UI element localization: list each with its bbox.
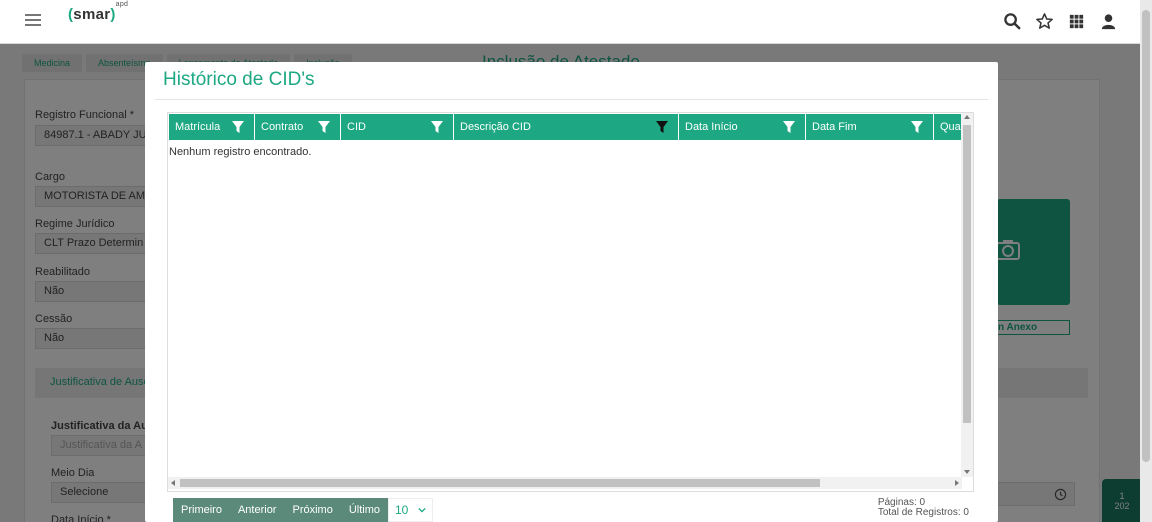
first-page-button[interactable]: Primeiro (173, 498, 230, 522)
user-icon[interactable] (1099, 12, 1118, 31)
search-icon[interactable] (1003, 12, 1022, 31)
column-data-inicio[interactable]: Data Início (679, 114, 806, 140)
scroll-down-arrow[interactable] (964, 470, 970, 474)
filter-icon[interactable] (430, 120, 444, 134)
total-records: Total de Registros: 0 (877, 507, 969, 518)
chevron-down-icon (418, 507, 427, 513)
grid-horizontal-scrollbar-thumb[interactable] (180, 479, 820, 487)
page-size-value: 10 (395, 503, 409, 517)
menu-icon[interactable] (25, 14, 41, 26)
page-scrollbar-thumb[interactable] (1142, 10, 1150, 462)
filter-icon[interactable] (782, 120, 796, 134)
modal-divider (155, 99, 988, 100)
previous-page-button[interactable]: Anterior (229, 498, 285, 522)
top-icons (1003, 12, 1118, 31)
apps-grid-icon[interactable] (1067, 12, 1086, 31)
pagination: Primeiro Anterior Próximo Último 10 (173, 498, 434, 522)
column-cid[interactable]: CID (341, 114, 454, 140)
filter-icon[interactable] (317, 120, 331, 134)
column-contrato[interactable]: Contrato (255, 114, 341, 140)
modal-title: Histórico de CID's (163, 69, 315, 90)
top-bar: (smar)apd (0, 0, 1140, 44)
grid-vertical-scrollbar-thumb[interactable] (963, 125, 971, 423)
cid-grid: Matrícula Contrato CID Descrição CID Dat… (167, 112, 974, 492)
scroll-left-arrow[interactable] (171, 480, 175, 486)
grid-vertical-scrollbar[interactable] (961, 113, 973, 477)
grid-horizontal-scrollbar[interactable] (168, 477, 962, 489)
column-descricao-cid[interactable]: Descrição CID (454, 114, 679, 140)
column-quantidade[interactable]: Quan (934, 114, 964, 140)
column-matricula[interactable]: Matrícula (169, 114, 255, 140)
cid-history-modal: Histórico de CID's Matrícula Contrato CI… (145, 62, 998, 522)
column-data-fim[interactable]: Data Fim (806, 114, 934, 140)
filter-icon[interactable] (655, 120, 669, 134)
app-logo[interactable]: (smar)apd (68, 1, 128, 23)
scroll-right-arrow[interactable] (955, 480, 959, 486)
page-size-select[interactable]: 10 (388, 498, 434, 522)
filter-icon[interactable] (231, 120, 245, 134)
pager-info: Páginas: 0 Total de Registros: 0 (878, 498, 969, 518)
last-page-button[interactable]: Último (340, 498, 388, 522)
next-page-button[interactable]: Próximo (284, 498, 341, 522)
empty-message: Nenhum registro encontrado. (169, 146, 312, 158)
grid-header: Matrícula Contrato CID Descrição CID Dat… (169, 114, 964, 140)
scroll-up-arrow[interactable] (964, 115, 970, 119)
page-scrollbar[interactable] (1140, 0, 1152, 522)
star-icon[interactable] (1035, 12, 1054, 31)
filter-icon[interactable] (910, 120, 924, 134)
